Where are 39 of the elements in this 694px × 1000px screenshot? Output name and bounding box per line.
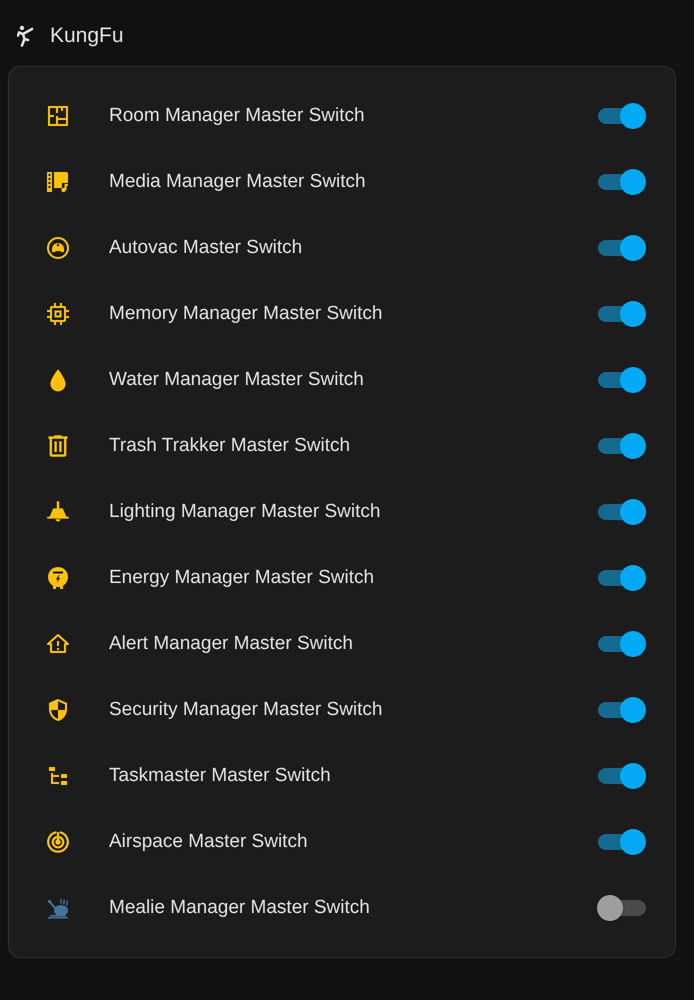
toggle-switch[interactable] (597, 498, 647, 526)
toggle-switch[interactable] (597, 234, 647, 262)
toggle-switch[interactable] (597, 366, 647, 394)
trash-icon (46, 434, 70, 458)
toggle-switch[interactable] (597, 564, 647, 592)
film-image-music-icon (46, 170, 70, 194)
switch-label: Security Manager Master Switch (109, 698, 382, 722)
electric-meter-icon (46, 566, 70, 590)
switch-label: Lighting Manager Master Switch (109, 500, 380, 524)
switch-label: Media Manager Master Switch (109, 170, 366, 194)
roast-turkey-icon (46, 896, 70, 920)
file-tree-icon (46, 764, 70, 788)
dashboard-title: KungFu (50, 23, 124, 50)
switch-label: Trash Trakker Master Switch (109, 434, 350, 458)
toggle-switch[interactable] (597, 828, 647, 856)
switch-label: Alert Manager Master Switch (109, 632, 353, 656)
robot-vacuum-icon (46, 236, 70, 260)
target-icon (46, 830, 70, 854)
toggle-switch[interactable] (597, 762, 647, 790)
switch-label: Mealie Manager Master Switch (109, 896, 370, 920)
ceiling-light-icon (46, 500, 70, 524)
shield-icon (46, 698, 70, 722)
toggle-switch[interactable] (597, 432, 647, 460)
toggle-switch[interactable] (597, 168, 647, 196)
toggle-switch[interactable] (597, 102, 647, 130)
switch-label: Taskmaster Master Switch (109, 764, 331, 788)
home-alert-icon (46, 632, 70, 656)
switch-label: Airspace Master Switch (109, 830, 308, 854)
floor-plan-icon (46, 104, 70, 128)
toggle-switch[interactable] (597, 300, 647, 328)
switch-label: Autovac Master Switch (109, 236, 302, 260)
switch-label: Energy Manager Master Switch (109, 566, 374, 590)
toggle-switch[interactable] (597, 630, 647, 658)
switch-label: Room Manager Master Switch (109, 104, 365, 128)
chip-icon (46, 302, 70, 326)
switch-label: Memory Manager Master Switch (109, 302, 382, 326)
toggle-switch[interactable] (597, 696, 647, 724)
switch-label: Water Manager Master Switch (109, 368, 364, 392)
toggle-switch[interactable] (597, 894, 647, 922)
